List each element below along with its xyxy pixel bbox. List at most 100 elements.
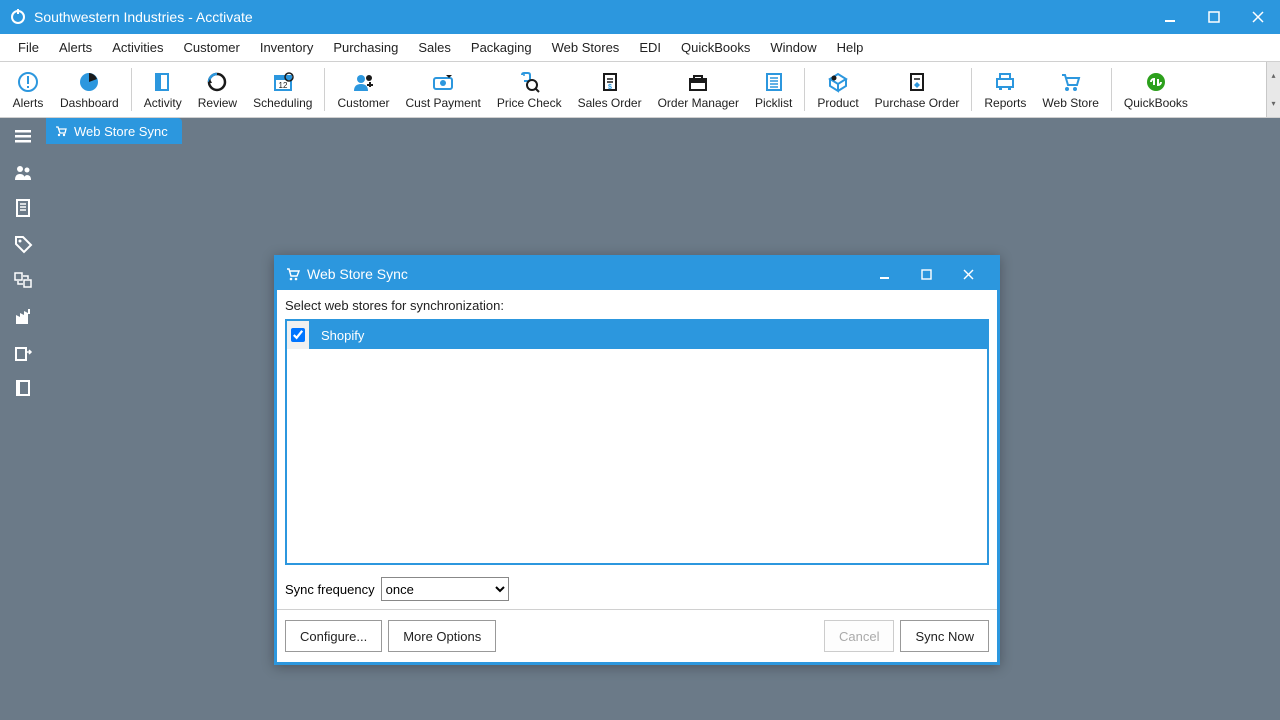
toolbar-review[interactable]: Review: [190, 62, 245, 117]
configure-button[interactable]: Configure...: [285, 620, 382, 652]
alert-icon: [16, 70, 40, 94]
menu-packaging[interactable]: Packaging: [461, 34, 542, 61]
sidebar-users[interactable]: [0, 154, 46, 190]
toolbar-alerts[interactable]: Alerts: [4, 62, 52, 117]
dialog-close-button[interactable]: [947, 258, 989, 290]
menu-edi[interactable]: EDI: [629, 34, 671, 61]
dialog-minimize-button[interactable]: [863, 258, 905, 290]
sidebar-transfer[interactable]: [0, 262, 46, 298]
dialog-body: Select web stores for synchronization: S…: [277, 290, 997, 609]
toolbar-separator: [804, 68, 805, 111]
sidebar: [0, 118, 46, 720]
toolbar-label: Order Manager: [658, 96, 739, 110]
po-icon: [905, 70, 929, 94]
toolbar-reports[interactable]: Reports: [976, 62, 1034, 117]
close-button[interactable]: [1236, 0, 1280, 34]
menu-customer[interactable]: Customer: [173, 34, 249, 61]
toolbar-label: Picklist: [755, 96, 792, 110]
salesorder-icon: $: [598, 70, 622, 94]
toolbar-activity[interactable]: Activity: [136, 62, 190, 117]
sidebar-factory[interactable]: [0, 298, 46, 334]
sync-frequency-select[interactable]: once: [381, 577, 509, 601]
toolbar-label: Alerts: [13, 96, 44, 110]
pricecheck-icon: [517, 70, 541, 94]
menu-inventory[interactable]: Inventory: [250, 34, 323, 61]
toolbar-label: Product: [817, 96, 858, 110]
menu-alerts[interactable]: Alerts: [49, 34, 102, 61]
tab-web-store-sync[interactable]: Web Store Sync: [46, 118, 182, 144]
scroll-up-icon: ▴: [1267, 62, 1280, 90]
toolbar-separator: [971, 68, 972, 111]
svg-text:$: $: [608, 84, 612, 91]
window-title: Southwestern Industries - Acctivate: [34, 9, 1148, 25]
toolbar-label: Activity: [144, 96, 182, 110]
work-area: Web Store Sync Web Store Sync Select web…: [0, 118, 1280, 720]
main-area: Web Store Sync Web Store Sync Select web…: [46, 118, 1280, 720]
menu-webstores[interactable]: Web Stores: [542, 34, 630, 61]
menu-bar: File Alerts Activities Customer Inventor…: [0, 34, 1280, 62]
toolbar-scheduling[interactable]: 12Scheduling: [245, 62, 320, 117]
ordermanager-icon: [686, 70, 710, 94]
store-list[interactable]: Shopify: [285, 319, 989, 565]
more-options-button[interactable]: More Options: [388, 620, 496, 652]
toolbar-sales-order[interactable]: $Sales Order: [570, 62, 650, 117]
sidebar-menu[interactable]: [0, 118, 46, 154]
menu-quickbooks[interactable]: QuickBooks: [671, 34, 760, 61]
toolbar-picklist[interactable]: Picklist: [747, 62, 800, 117]
web-store-sync-dialog: Web Store Sync Select web stores for syn…: [274, 255, 1000, 665]
dialog-title-bar[interactable]: Web Store Sync: [277, 258, 997, 290]
payment-icon: [431, 70, 455, 94]
toolbar-order-manager[interactable]: Order Manager: [650, 62, 747, 117]
toolbar-web-store[interactable]: Web Store: [1034, 62, 1106, 117]
menu-window[interactable]: Window: [760, 34, 826, 61]
toolbar-scroll[interactable]: ▴▾: [1266, 62, 1280, 117]
scroll-down-icon: ▾: [1267, 90, 1280, 118]
sidebar-document[interactable]: [0, 190, 46, 226]
spacer: [502, 620, 818, 652]
menu-help[interactable]: Help: [827, 34, 874, 61]
toolbar-quickbooks[interactable]: QuickBooks: [1116, 62, 1196, 117]
menu-activities[interactable]: Activities: [102, 34, 173, 61]
toolbar-separator: [1111, 68, 1112, 111]
toolbar-label: Cust Payment: [406, 96, 481, 110]
app-icon: [8, 7, 28, 27]
toolbar-product[interactable]: Product: [809, 62, 866, 117]
scheduling-icon: 12: [271, 70, 295, 94]
maximize-button[interactable]: [1192, 0, 1236, 34]
menu-purchasing[interactable]: Purchasing: [323, 34, 408, 61]
store-checkbox[interactable]: [291, 328, 305, 342]
toolbar-cust-payment[interactable]: Cust Payment: [398, 62, 489, 117]
reports-icon: [993, 70, 1017, 94]
minimize-button[interactable]: [1148, 0, 1192, 34]
sync-now-button[interactable]: Sync Now: [900, 620, 989, 652]
toolbar-purchase-order[interactable]: Purchase Order: [867, 62, 968, 117]
toolbar-label: Reports: [984, 96, 1026, 110]
toolbar-label: Price Check: [497, 96, 562, 110]
sidebar-tag[interactable]: [0, 226, 46, 262]
menu-file[interactable]: File: [8, 34, 49, 61]
webstore-icon: [1059, 70, 1083, 94]
mdi-area: Web Store Sync Select web stores for syn…: [46, 144, 1280, 720]
toolbar-dashboard[interactable]: Dashboard: [52, 62, 127, 117]
store-checkbox-cell[interactable]: [287, 321, 311, 349]
toolbar-price-check[interactable]: Price Check: [489, 62, 570, 117]
customer-icon: [351, 70, 375, 94]
menu-sales[interactable]: Sales: [408, 34, 461, 61]
cancel-button[interactable]: Cancel: [824, 620, 894, 652]
toolbar-customer[interactable]: Customer: [329, 62, 397, 117]
review-icon: [205, 70, 229, 94]
toolbar: Alerts Dashboard Activity Review 12Sched…: [0, 62, 1280, 118]
sync-frequency-label: Sync frequency: [285, 582, 375, 597]
toolbar-label: QuickBooks: [1124, 96, 1188, 110]
tab-strip: Web Store Sync: [46, 118, 1280, 144]
sidebar-export[interactable]: [0, 334, 46, 370]
sync-frequency-row: Sync frequency once: [285, 577, 989, 601]
store-name: Shopify: [311, 328, 987, 343]
dialog-maximize-button[interactable]: [905, 258, 947, 290]
sidebar-book[interactable]: [0, 370, 46, 406]
dashboard-icon: [77, 70, 101, 94]
toolbar-label: Customer: [337, 96, 389, 110]
quickbooks-icon: [1144, 70, 1168, 94]
store-row[interactable]: Shopify: [287, 321, 987, 349]
product-icon: [826, 70, 850, 94]
